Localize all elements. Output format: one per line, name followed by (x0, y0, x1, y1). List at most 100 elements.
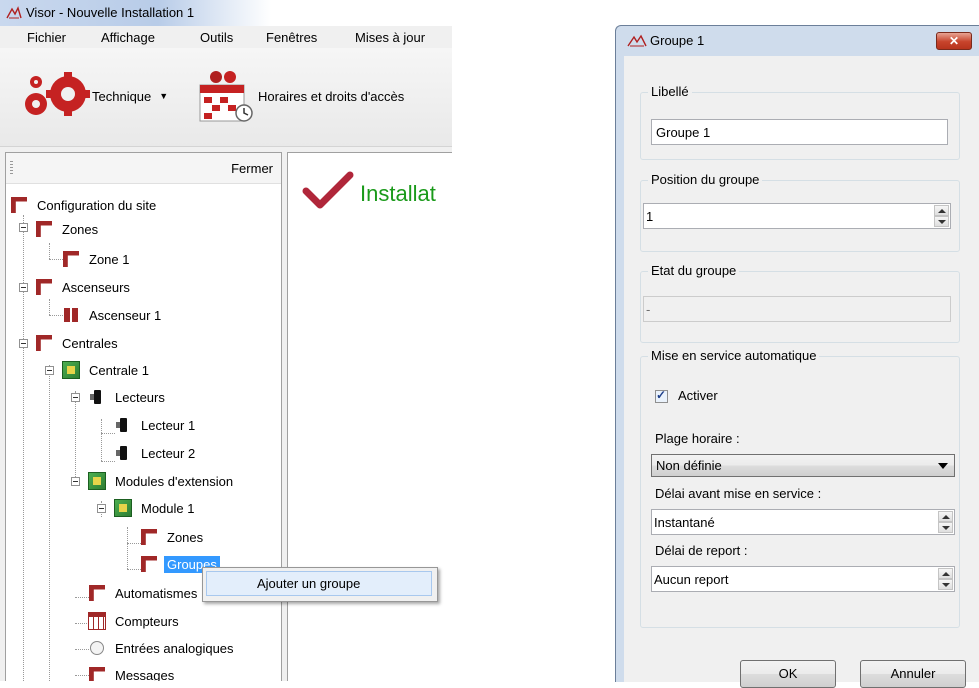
tree-item-compteurs[interactable]: Compteurs (88, 611, 182, 631)
report-stepper[interactable]: Aucun report (651, 566, 955, 592)
dropdown-arrow-icon: ▼ (159, 91, 169, 101)
horaires-button[interactable]: Horaires et droits d'accès (198, 70, 404, 122)
position-spin[interactable] (934, 205, 949, 227)
tree-item-label: Ascenseur 1 (89, 307, 162, 323)
expand-toggle[interactable] (19, 339, 28, 348)
red-flag-icon (88, 666, 106, 681)
tree-item-label: Modules d'extension (115, 473, 234, 489)
spin-up-icon[interactable] (934, 205, 949, 216)
tree-item-automatismes[interactable]: Automatismes (88, 583, 200, 603)
main-titlebar: Visor - Nouvelle Installation 1 (0, 0, 452, 26)
add-group-menu-item[interactable]: Ajouter un groupe (206, 571, 432, 596)
etat-field: - (643, 296, 951, 322)
dialog-close-button[interactable]: ✕ (936, 32, 972, 50)
toolbar: Technique ▼ Horaires et droits d'accès (0, 48, 452, 147)
tree-line (49, 315, 63, 317)
counter-grid-icon (88, 612, 106, 630)
cancel-button[interactable]: Annuler (860, 660, 966, 688)
tree-item-label: Zone 1 (89, 251, 130, 267)
expand-toggle[interactable] (19, 283, 28, 292)
card-reader-icon (114, 444, 132, 462)
red-flag-icon (35, 220, 53, 238)
plage-horaire-value: Non définie (656, 458, 722, 473)
tree-item-zone-1[interactable]: Zone 1 (62, 249, 132, 269)
plage-horaire-label: Plage horaire : (655, 431, 740, 446)
tree-item-messages[interactable]: Messages (88, 665, 177, 682)
tree-item-zones[interactable]: Zones (35, 219, 101, 239)
auto-service-group: Mise en service automatique Activer Plag… (640, 348, 960, 628)
gears-icon (25, 72, 90, 116)
tree-item-module-zones[interactable]: Zones (140, 527, 206, 547)
tree-line (127, 527, 129, 569)
expand-toggle[interactable] (71, 477, 80, 486)
red-flag-icon (35, 334, 53, 352)
tree-item-label: Lecteurs (115, 389, 165, 405)
position-stepper[interactable]: 1 (643, 203, 951, 229)
tree-item-label: Lecteur 1 (141, 417, 196, 433)
calendar-users-icon (199, 71, 253, 122)
tree-item-centrales[interactable]: Centrales (35, 333, 121, 353)
tree-item-label: Automatismes (115, 585, 198, 601)
etat-legend: Etat du groupe (648, 263, 740, 278)
close-icon: ✕ (948, 34, 960, 48)
panel-grip[interactable] (10, 161, 13, 175)
tree-item-entrees-analogiques[interactable]: Entrées analogiques (88, 638, 237, 658)
tree-item-ascenseurs[interactable]: Ascenseurs (35, 277, 133, 297)
libelle-input[interactable]: Groupe 1 (651, 119, 948, 145)
tree-item-lecteurs[interactable]: Lecteurs (88, 387, 168, 407)
tree-line (75, 675, 89, 677)
tree-item-label: Centrales (62, 335, 118, 351)
tree-panel-header: Fermer (6, 153, 281, 184)
tree-item-lecteur-2[interactable]: Lecteur 2 (114, 443, 198, 463)
libelle-group: Libellé Groupe 1 (640, 84, 960, 160)
card-reader-icon (88, 388, 106, 406)
gauge-icon (88, 639, 106, 657)
technique-button[interactable]: Technique ▼ (22, 70, 168, 122)
tree-item-configuration-du-site[interactable]: Configuration du site (10, 195, 159, 215)
plage-horaire-select[interactable]: Non définie (651, 454, 955, 477)
menu-outils[interactable]: Outils (200, 30, 233, 45)
menu-mises-a-jour[interactable]: Mises à jour (355, 30, 425, 45)
tree-line (49, 259, 63, 261)
menu-fichier[interactable]: Fichier (27, 30, 66, 45)
dialog-body: Libellé Groupe 1 Position du groupe 1 Et… (624, 56, 979, 688)
spin-down-icon[interactable] (938, 522, 953, 533)
expand-toggle[interactable] (45, 366, 54, 375)
report-value: Aucun report (654, 572, 729, 587)
expand-toggle[interactable] (97, 504, 106, 513)
spin-down-icon[interactable] (938, 579, 953, 590)
etat-value: - (646, 302, 651, 317)
tree-item-modules-d-extension[interactable]: Modules d'extension (88, 471, 236, 491)
ok-button[interactable]: OK (740, 660, 836, 688)
libelle-legend: Libellé (648, 84, 692, 99)
tree-item-label: Configuration du site (37, 197, 157, 213)
activer-checkbox[interactable] (655, 388, 668, 403)
menu-affichage[interactable]: Affichage (101, 30, 155, 45)
tree-item-label: Zones (167, 529, 204, 545)
spin-up-icon[interactable] (938, 511, 953, 522)
tree-item-centrale-1[interactable]: Centrale 1 (62, 360, 152, 380)
position-value: 1 (646, 209, 654, 224)
delai-stepper[interactable]: Instantané (651, 509, 955, 535)
tree-item-label: Centrale 1 (89, 362, 149, 378)
tree-item-ascenseur-1[interactable]: Ascenseur 1 (62, 305, 164, 325)
dialog-titlebar[interactable]: Groupe 1 ✕ (616, 26, 979, 54)
menu-fenetres[interactable]: Fenêtres (266, 30, 317, 45)
spin-up-icon[interactable] (938, 568, 953, 579)
red-flag-icon (88, 584, 106, 602)
tree-item-module-1[interactable]: Module 1 (114, 498, 197, 518)
close-panel-button[interactable]: Fermer (231, 161, 273, 176)
tree-line (127, 569, 141, 571)
expand-toggle[interactable] (19, 223, 28, 232)
tree-line (75, 623, 89, 625)
chevron-down-icon (938, 463, 948, 469)
delai-spin[interactable] (938, 511, 953, 533)
expand-toggle[interactable] (71, 393, 80, 402)
tree-item-lecteur-1[interactable]: Lecteur 1 (114, 415, 198, 435)
spin-down-icon[interactable] (934, 216, 949, 227)
circuit-board-icon (88, 472, 106, 490)
report-spin[interactable] (938, 568, 953, 590)
menubar: Fichier Affichage Outils Fenêtres Mises … (0, 26, 452, 48)
tree-item-label: Compteurs (115, 613, 179, 629)
add-group-label: Ajouter un groupe (257, 576, 361, 591)
